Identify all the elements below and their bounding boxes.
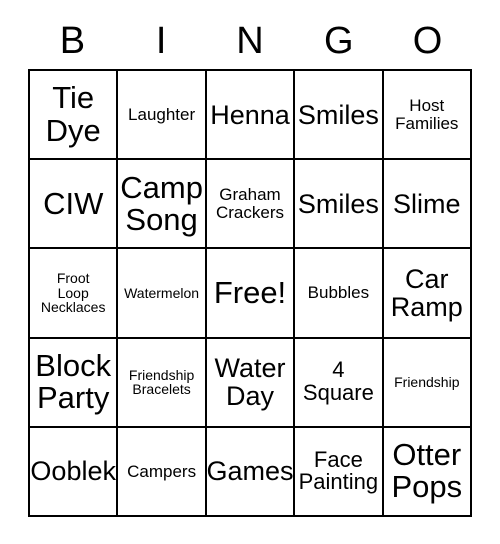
bingo-cell-label: Froot Loop Necklaces xyxy=(40,270,106,316)
bingo-cell[interactable]: Smiles xyxy=(295,71,384,161)
bingo-cell[interactable]: Tie Dye xyxy=(30,71,119,161)
bingo-cell[interactable]: Car Ramp xyxy=(383,249,472,339)
bingo-cell-label: Face Painting xyxy=(298,446,379,495)
bingo-cell[interactable]: Slime xyxy=(383,160,472,250)
bingo-cell[interactable]: Watermelon xyxy=(118,249,207,339)
header-letter-o: O xyxy=(412,20,443,62)
bingo-cell-label: Smiles xyxy=(297,188,379,219)
header-letter-g: G xyxy=(324,20,354,62)
bingo-cell[interactable]: Campers xyxy=(118,427,207,517)
bingo-cell[interactable]: Otter Pops xyxy=(383,427,472,517)
bingo-cell[interactable]: Ooblek xyxy=(30,427,119,517)
bingo-cell-label: Car Ramp xyxy=(390,263,463,322)
bingo-cell[interactable]: 4 Square xyxy=(295,338,384,428)
bingo-grid: Tie Dye Laughter Henna Smiles Host Famil… xyxy=(28,69,472,517)
bingo-cell[interactable]: Smiles xyxy=(295,160,384,250)
bingo-cell[interactable]: Water Day xyxy=(206,338,296,428)
bingo-cell-label: Free! xyxy=(213,274,287,310)
bingo-cell[interactable]: Camp Song xyxy=(118,160,207,250)
bingo-cell-label: Bubbles xyxy=(307,283,370,303)
bingo-cell[interactable]: Block Party xyxy=(30,338,119,428)
header-letter-b: B xyxy=(59,20,86,62)
bingo-cell[interactable]: Friendship Bracelets xyxy=(118,338,207,428)
bingo-cell-label: CIW xyxy=(43,185,104,221)
bingo-cell-label: Friendship xyxy=(394,373,460,390)
bingo-cell-label: Ooblek xyxy=(30,456,116,487)
bingo-cell-label: Block Party xyxy=(35,347,112,416)
bingo-cell-label: Tie Dye xyxy=(45,80,101,148)
bingo-cell[interactable]: Bubbles xyxy=(295,249,384,339)
bingo-cell-label: Graham Crackers xyxy=(215,185,284,222)
bingo-cell-label: Watermelon xyxy=(124,284,200,301)
bingo-cell[interactable]: Henna xyxy=(206,71,296,161)
bingo-cell-label: Campers xyxy=(127,461,197,481)
bingo-cell-label: 4 Square xyxy=(302,357,374,406)
bingo-cell-label: Camp Song xyxy=(120,169,203,237)
bingo-cell[interactable]: Face Painting xyxy=(295,427,384,517)
bingo-cell-label: Henna xyxy=(210,99,290,130)
bingo-cell-label: Slime xyxy=(393,188,461,219)
bingo-cell-label: Laughter xyxy=(128,104,196,124)
bingo-cell-label: Games xyxy=(206,456,294,487)
bingo-cell-label: Otter Pops xyxy=(391,437,463,505)
bingo-cell-label: Friendship Bracelets xyxy=(128,366,195,398)
bingo-cell[interactable]: Games xyxy=(206,427,296,517)
bingo-cell-free[interactable]: Free! xyxy=(206,249,296,339)
bingo-cell[interactable]: CIW xyxy=(30,160,119,250)
bingo-header: B I N G O xyxy=(28,16,472,66)
bingo-cell-label: Host Families xyxy=(395,95,459,133)
bingo-card: B I N G O Tie Dye Laughter Henna Smiles … xyxy=(0,0,500,544)
bingo-cell-label: Smiles xyxy=(297,99,379,130)
bingo-cell[interactable]: Graham Crackers xyxy=(206,160,296,250)
bingo-cell[interactable]: Friendship xyxy=(383,338,472,428)
header-letter-i: I xyxy=(155,20,167,62)
bingo-cell[interactable]: Host Families xyxy=(383,71,472,161)
bingo-cell[interactable]: Froot Loop Necklaces xyxy=(30,249,119,339)
bingo-cell-label: Water Day xyxy=(214,353,286,412)
header-letter-n: N xyxy=(236,20,264,62)
bingo-cell[interactable]: Laughter xyxy=(118,71,207,161)
